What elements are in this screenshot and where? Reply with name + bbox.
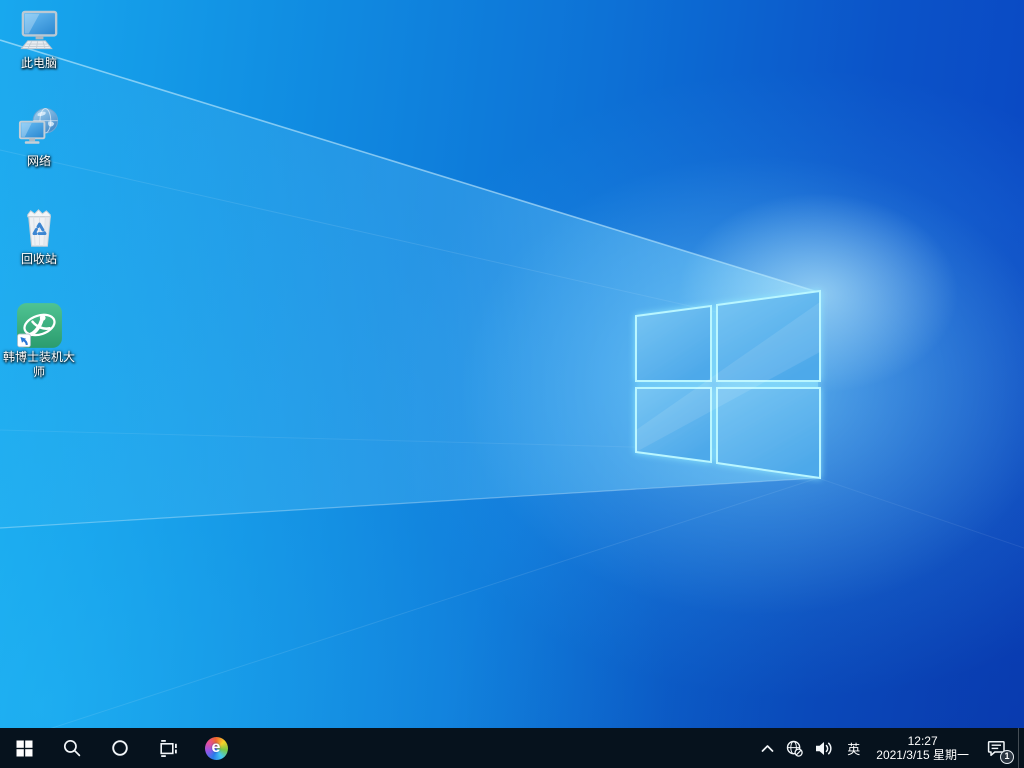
windows-logo-icon <box>16 740 32 756</box>
icon-label: 韩博士装机大师 <box>2 350 75 379</box>
cortana-circle-icon <box>112 740 128 756</box>
icon-label: 此电脑 <box>20 56 57 70</box>
search-button[interactable] <box>48 728 96 768</box>
show-desktop-button[interactable] <box>1018 728 1024 768</box>
network-icon <box>16 106 63 153</box>
network-status-button[interactable] <box>780 728 809 768</box>
taskbar: e 英 12:27 2021/3/15 星期一 1 <box>0 728 1024 768</box>
desktop-icon-hanboshi-installer[interactable]: 韩博士装机大师 <box>1 302 77 380</box>
clock[interactable]: 12:27 2021/3/15 星期一 <box>868 728 977 768</box>
edge-letter: e <box>211 739 221 756</box>
action-center-button[interactable]: 1 <box>977 728 1018 768</box>
start-button[interactable] <box>0 728 48 768</box>
desktop: 此电脑 网络 回收站 韩博士装机大师 e 英 12:27 2021/3/15 星… <box>0 0 1024 768</box>
desktop-icon-network[interactable]: 网络 <box>1 106 77 204</box>
volume-button[interactable] <box>809 728 839 768</box>
speaker-icon <box>816 741 832 755</box>
desktop-icon-list: 此电脑 网络 回收站 韩博士装机大师 <box>1 8 77 380</box>
search-icon <box>63 739 81 757</box>
hanboshi-app-icon <box>16 302 63 349</box>
globe-offline-icon <box>787 740 804 757</box>
clock-time: 12:27 <box>907 733 938 748</box>
edge-browser-icon: e <box>204 736 228 760</box>
show-hidden-icons-button[interactable] <box>755 728 780 768</box>
edge-button[interactable]: e <box>192 728 240 768</box>
this-pc-icon <box>16 8 63 55</box>
cortana-button[interactable] <box>96 728 144 768</box>
recycle-bin-icon <box>16 204 63 251</box>
desktop-icon-this-pc[interactable]: 此电脑 <box>1 8 77 106</box>
task-view-button[interactable] <box>144 728 192 768</box>
clock-date: 2021/3/15 星期一 <box>876 748 969 762</box>
language-indicator[interactable]: 英 <box>839 728 868 768</box>
wallpaper-light-rays-and-windows-logo <box>0 39 1024 746</box>
icon-label: 网络 <box>26 154 51 168</box>
task-view-icon <box>160 739 177 757</box>
shortcut-arrow-overlay <box>16 333 31 348</box>
icon-label: 回收站 <box>20 252 57 266</box>
desktop-icon-recycle-bin[interactable]: 回收站 <box>1 204 77 302</box>
chevron-up-icon <box>761 744 774 752</box>
notification-badge: 1 <box>1000 750 1014 764</box>
system-tray: 英 12:27 2021/3/15 星期一 1 <box>755 728 1024 768</box>
